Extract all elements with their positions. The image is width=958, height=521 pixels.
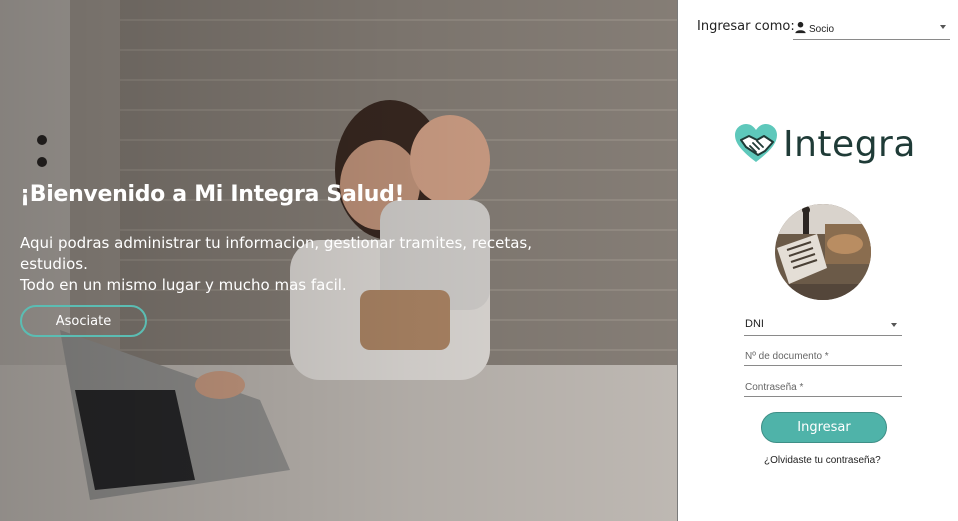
avatar (775, 204, 871, 300)
hero-description-line: Aqui podras administrar tu informacion, … (20, 234, 533, 273)
document-type-value: DNI (745, 318, 764, 330)
heart-handshake-icon (735, 124, 777, 162)
chevron-down-icon (940, 25, 946, 29)
login-button[interactable]: Ingresar (761, 412, 887, 443)
password-field[interactable] (744, 378, 902, 397)
logo-text: Integra (783, 124, 916, 165)
document-type-select[interactable]: DNI (744, 315, 902, 336)
password-field-wrapper (744, 377, 902, 397)
role-select-value: Socio (809, 23, 835, 35)
person-icon (795, 21, 806, 34)
login-panel: Ingresar como: Socio Integra DNI Nº de d… (677, 0, 958, 521)
hero-description-line: Todo en un mismo lugar y mucho mas facil… (20, 276, 347, 294)
forgot-password-link[interactable]: ¿Olvidaste tu contraseña? (764, 455, 881, 466)
hero-section: ¡Bienvenido a Mi Integra Salud! Aqui pod… (0, 0, 677, 521)
desk-avatar-photo (775, 204, 871, 300)
integra-logo: Integra (733, 121, 915, 169)
hero-title: ¡Bienvenido a Mi Integra Salud! (20, 182, 405, 207)
role-select[interactable]: Socio (793, 16, 950, 40)
document-number-field-wrapper (744, 346, 902, 366)
hero-description: Aqui podras administrar tu informacion, … (20, 233, 580, 296)
document-number-field[interactable] (744, 347, 902, 366)
asociate-button[interactable]: Asociate (20, 305, 147, 337)
login-as-label: Ingresar como: (697, 19, 795, 34)
chevron-down-icon (891, 323, 897, 327)
